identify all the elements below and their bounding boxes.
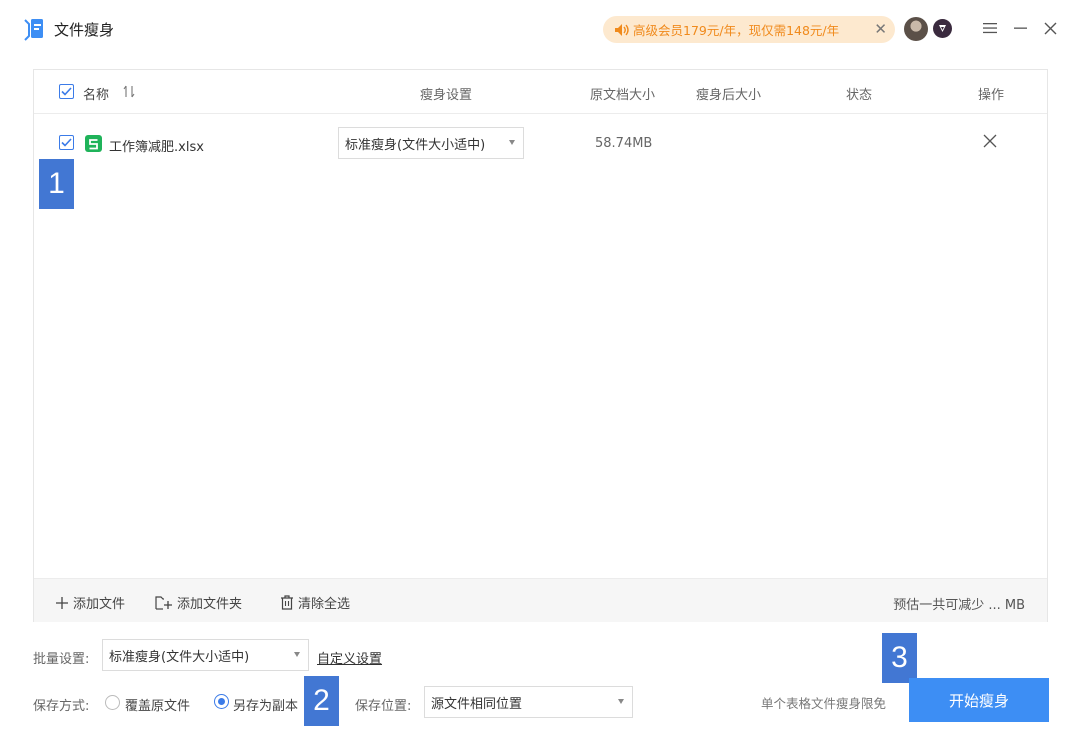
remove-row-icon[interactable] <box>981 132 999 150</box>
hamburger-menu-icon[interactable] <box>979 16 1001 40</box>
row-slim-setting-value: 标准瘦身(文件大小适中) <box>345 137 486 153</box>
chevron-down-icon <box>618 699 624 704</box>
minimize-icon[interactable] <box>1009 16 1031 40</box>
save-location-label: 保存位置: <box>355 699 412 714</box>
overwrite-radio-label[interactable]: 覆盖原文件 <box>125 695 190 714</box>
add-folder-label: 添加文件夹 <box>177 597 243 612</box>
title-bar: 文件瘦身 高级会员179元/年，现仅需148元/年 ✕ <box>0 0 1080 58</box>
batch-setting-label: 批量设置: <box>33 652 90 667</box>
batch-setting-select[interactable]: 标准瘦身(文件大小适中) <box>102 639 309 671</box>
column-action: 操作 <box>978 88 1005 103</box>
column-slimmed-size: 瘦身后大小 <box>696 88 762 103</box>
file-list-panel: 名称 瘦身设置 原文档大小 瘦身后大小 状态 操作 工作簿减肥.xlsx 标准瘦… <box>33 69 1048 622</box>
save-mode-label: 保存方式: <box>33 699 90 714</box>
spreadsheet-file-icon <box>85 135 102 152</box>
avatar[interactable] <box>904 17 928 41</box>
free-limit-note: 单个表格文件瘦身限免 <box>761 696 887 711</box>
vip-badge-icon[interactable] <box>933 19 952 38</box>
file-slim-logo-icon <box>24 19 43 41</box>
speaker-icon <box>615 23 629 36</box>
start-slimming-button[interactable]: 开始瘦身 <box>909 678 1049 722</box>
app-title: 文件瘦身 <box>54 21 115 39</box>
clear-all-label: 清除全选 <box>298 597 351 612</box>
estimate-text: 预估一共可减少 ... MB <box>893 598 1025 613</box>
clear-all-button[interactable]: 清除全选 <box>280 593 350 612</box>
row-slim-setting-select[interactable]: 标准瘦身(文件大小适中) <box>338 127 524 159</box>
add-file-button[interactable]: 添加文件 <box>55 593 125 612</box>
table-header: 名称 瘦身设置 原文档大小 瘦身后大小 状态 操作 <box>34 70 1047 114</box>
step-badge-1: 1 <box>39 159 74 209</box>
save-copy-radio-label[interactable]: 另存为副本 <box>233 695 298 714</box>
select-all-checkbox[interactable] <box>59 84 74 99</box>
add-file-label: 添加文件 <box>73 597 126 612</box>
add-folder-icon <box>155 595 172 610</box>
custom-settings-link[interactable]: 自定义设置 <box>317 648 382 667</box>
file-name: 工作簿减肥.xlsx <box>109 140 204 155</box>
save-location-value: 源文件相同位置 <box>431 696 523 712</box>
original-size-value: 58.74MB <box>595 136 653 151</box>
column-original-size: 原文档大小 <box>590 88 656 103</box>
close-icon[interactable] <box>1039 16 1061 40</box>
sort-icon[interactable] <box>123 85 135 98</box>
add-folder-button[interactable]: 添加文件夹 <box>155 593 242 612</box>
file-toolbar: 添加文件 添加文件夹 清除全选 预估一共可减少 ... MB <box>34 578 1047 622</box>
row-checkbox[interactable] <box>59 135 74 150</box>
chevron-down-icon <box>294 652 300 657</box>
promo-close-icon[interactable]: ✕ <box>874 20 887 38</box>
column-status: 状态 <box>846 88 873 103</box>
column-name: 名称 <box>83 88 110 103</box>
batch-setting-value: 标准瘦身(文件大小适中) <box>109 649 250 665</box>
save-copy-radio[interactable] <box>214 694 229 709</box>
column-slim-setting: 瘦身设置 <box>420 88 473 103</box>
table-row[interactable]: 工作簿减肥.xlsx 标准瘦身(文件大小适中) 58.74MB <box>34 114 1047 172</box>
chevron-down-icon <box>509 140 515 145</box>
step-badge-2: 2 <box>304 676 339 726</box>
promo-banner[interactable]: 高级会员179元/年，现仅需148元/年 ✕ <box>603 16 895 43</box>
step-badge-3: 3 <box>882 633 917 683</box>
promo-text: 高级会员179元/年，现仅需148元/年 <box>633 23 840 38</box>
trash-icon <box>281 595 293 610</box>
overwrite-radio[interactable] <box>105 695 120 710</box>
plus-icon <box>56 596 68 609</box>
save-location-select[interactable]: 源文件相同位置 <box>424 686 633 718</box>
